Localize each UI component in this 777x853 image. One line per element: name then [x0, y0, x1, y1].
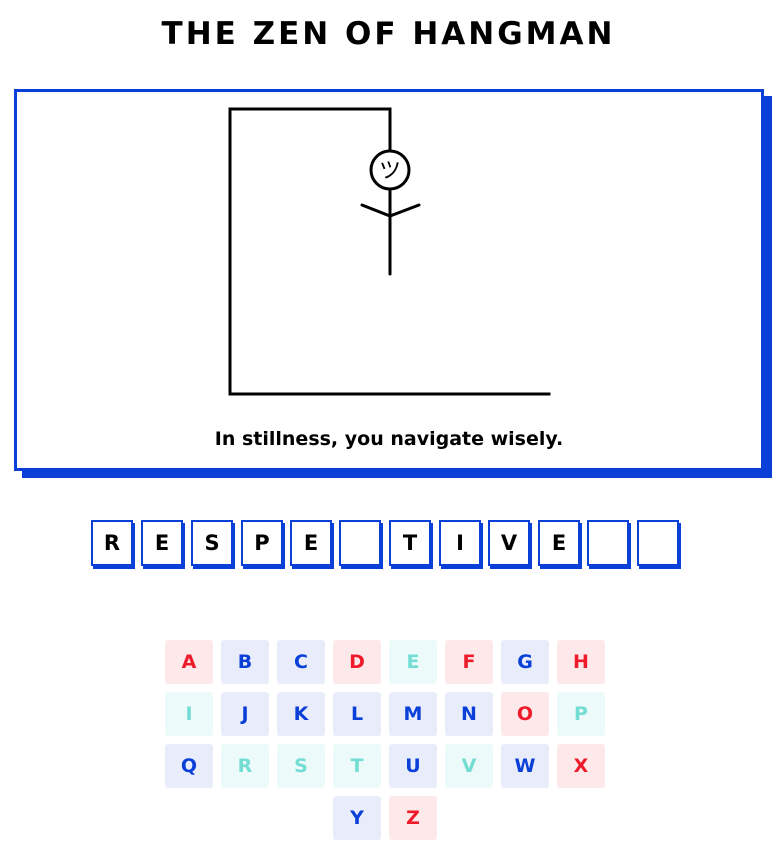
- page-title: THE ZEN OF HANGMAN: [161, 16, 616, 52]
- letter-key-d[interactable]: D: [333, 640, 381, 684]
- letter-slot: E: [141, 520, 183, 566]
- hangman-drawing: ツ: [228, 107, 551, 396]
- letter-slot: I: [439, 520, 481, 566]
- letter-key-e[interactable]: E: [389, 640, 437, 684]
- empty-letter-slot: [587, 520, 629, 566]
- smiley-face-icon: ツ: [379, 159, 401, 184]
- letter-key-y[interactable]: Y: [333, 796, 381, 840]
- letter-key-l[interactable]: L: [333, 692, 381, 736]
- letter-key-b[interactable]: B: [221, 640, 269, 684]
- letter-slot: T: [389, 520, 431, 566]
- letter-key-o[interactable]: O: [501, 692, 549, 736]
- letter-key-a[interactable]: A: [165, 640, 213, 684]
- letter-key-f[interactable]: F: [445, 640, 493, 684]
- letter-key-g[interactable]: G: [501, 640, 549, 684]
- letter-key-z[interactable]: Z: [389, 796, 437, 840]
- letter-key-n[interactable]: N: [445, 692, 493, 736]
- letter-key-k[interactable]: K: [277, 692, 325, 736]
- empty-letter-slot: [637, 520, 679, 566]
- letter-key-t[interactable]: T: [333, 744, 381, 788]
- letter-slot: E: [290, 520, 332, 566]
- letter-slot: P: [241, 520, 283, 566]
- letter-key-q[interactable]: Q: [165, 744, 213, 788]
- letter-slot: V: [488, 520, 530, 566]
- zen-message: In stillness, you navigate wisely.: [214, 428, 564, 450]
- letter-key-s[interactable]: S: [277, 744, 325, 788]
- letter-key-v[interactable]: V: [445, 744, 493, 788]
- letter-slot: S: [191, 520, 233, 566]
- letter-key-x[interactable]: X: [557, 744, 605, 788]
- letter-key-w[interactable]: W: [501, 744, 549, 788]
- letter-key-i[interactable]: I: [165, 692, 213, 736]
- letter-key-h[interactable]: H: [557, 640, 605, 684]
- letter-key-u[interactable]: U: [389, 744, 437, 788]
- letter-key-c[interactable]: C: [277, 640, 325, 684]
- letter-key-p[interactable]: P: [557, 692, 605, 736]
- hangman-panel: ツ In stillness, you navigate wisely.: [14, 89, 764, 471]
- letter-slot: R: [91, 520, 133, 566]
- empty-letter-slot: [339, 520, 381, 566]
- letter-key-m[interactable]: M: [389, 692, 437, 736]
- letter-key-j[interactable]: J: [221, 692, 269, 736]
- letter-key-r[interactable]: R: [221, 744, 269, 788]
- letter-slot: E: [538, 520, 580, 566]
